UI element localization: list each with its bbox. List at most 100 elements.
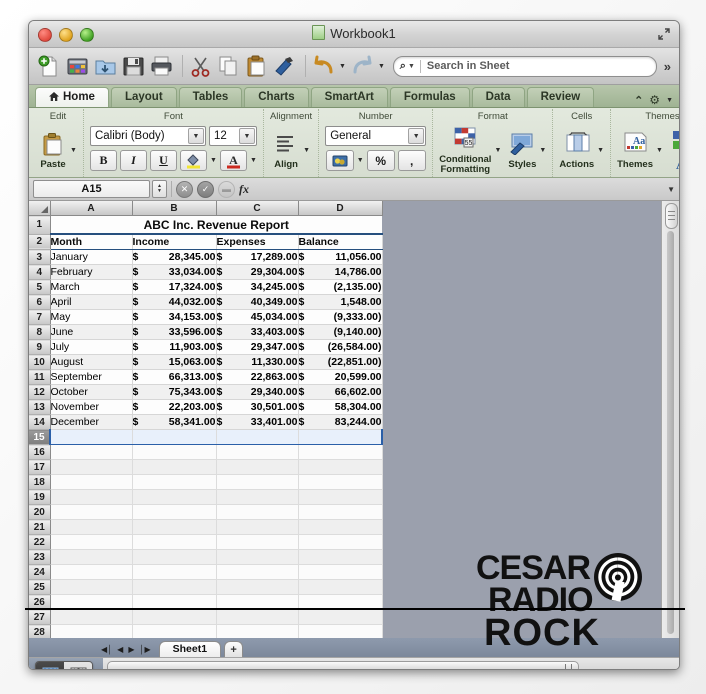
copy-icon[interactable] [216, 54, 241, 79]
balance-cell[interactable]: $14,786.00 [298, 264, 383, 280]
tab-tables[interactable]: Tables [178, 87, 243, 107]
undo-dropdown-caret[interactable]: ▼ [339, 63, 346, 70]
themes-caret[interactable]: ▼ [656, 147, 663, 154]
underline-button[interactable]: U [150, 150, 177, 171]
empty-cell[interactable] [50, 579, 133, 595]
expenses-cell[interactable]: $29,340.00 [216, 384, 299, 400]
month-cell[interactable]: October [50, 384, 133, 400]
expenses-cell[interactable]: $17,289.00 [216, 249, 299, 265]
cut-icon[interactable] [188, 54, 213, 79]
column-header-b[interactable]: B [132, 201, 217, 216]
redo-dropdown-caret[interactable]: ▼ [378, 63, 385, 70]
empty-cell[interactable] [50, 519, 133, 535]
empty-cell[interactable] [216, 564, 299, 580]
font-color-button[interactable]: A [219, 150, 247, 171]
balance-cell[interactable]: $1,548.00 [298, 294, 383, 310]
empty-cell[interactable] [298, 564, 383, 580]
empty-cell[interactable] [50, 444, 133, 460]
formula-bar-expand-caret[interactable]: ▼ [667, 185, 675, 194]
balance-cell[interactable]: $20,599.00 [298, 369, 383, 385]
balance-cell[interactable]: $ (2,135.00) [298, 279, 383, 295]
number-format-dropdown[interactable]: ▼ [408, 128, 425, 144]
balance-cell[interactable]: $ (22,851.00) [298, 354, 383, 370]
balance-cell[interactable]: $58,304.00 [298, 399, 383, 415]
header-cell-balance[interactable]: Balance [298, 234, 383, 250]
row-header-22[interactable]: 22 [29, 534, 51, 550]
empty-cell[interactable] [132, 474, 217, 490]
empty-cell[interactable] [298, 429, 383, 445]
actions-icon[interactable] [563, 131, 591, 157]
income-cell[interactable]: $58,341.00 [132, 414, 217, 430]
vertical-scroll-track[interactable] [667, 231, 674, 634]
month-cell[interactable]: September [50, 369, 133, 385]
sheet-tab-sheet1[interactable]: Sheet1 [158, 641, 222, 657]
search-input[interactable]: ⌕ ▼ Search in Sheet [392, 55, 657, 77]
spreadsheet-grid[interactable]: A B C D 1 ABC Inc. Revenue Report 2 Mont… [29, 201, 383, 638]
row-header-18[interactable]: 18 [29, 474, 51, 490]
page-layout-view-icon[interactable] [64, 662, 92, 669]
row-header-23[interactable]: 23 [29, 549, 51, 565]
row-header-12[interactable]: 12 [29, 384, 51, 400]
redo-icon[interactable] [350, 54, 375, 79]
styles-icon[interactable] [508, 131, 536, 157]
expenses-cell[interactable]: $34,245.00 [216, 279, 299, 295]
month-cell[interactable]: March [50, 279, 133, 295]
row-header-27[interactable]: 27 [29, 609, 51, 625]
row-header-14[interactable]: 14 [29, 414, 51, 430]
empty-cell[interactable] [132, 609, 217, 625]
open-gallery-icon[interactable] [65, 54, 90, 79]
column-header-a[interactable]: A [50, 201, 133, 216]
row-header-9[interactable]: 9 [29, 339, 51, 355]
month-cell[interactable]: February [50, 264, 133, 280]
balance-cell[interactable]: $11,056.00 [298, 249, 383, 265]
empty-cell[interactable] [132, 519, 217, 535]
expenses-cell[interactable]: $40,349.00 [216, 294, 299, 310]
undo-icon[interactable] [311, 54, 336, 79]
nav-first-icon[interactable]: ◀│ [101, 645, 112, 654]
font-size-dropdown[interactable]: ▼ [238, 128, 255, 144]
row-header-16[interactable]: 16 [29, 444, 51, 460]
row-header-20[interactable]: 20 [29, 504, 51, 520]
empty-cell[interactable] [216, 504, 299, 520]
tab-home[interactable]: Home [35, 87, 109, 107]
row-header-25[interactable]: 25 [29, 579, 51, 595]
empty-cell[interactable] [298, 594, 383, 610]
empty-cell[interactable] [298, 624, 383, 638]
empty-cell[interactable] [50, 459, 133, 475]
tab-charts[interactable]: Charts [244, 87, 309, 107]
month-cell[interactable]: July [50, 339, 133, 355]
expenses-cell[interactable]: $11,330.00 [216, 354, 299, 370]
add-sheet-button[interactable]: + [224, 641, 244, 657]
number-format-select[interactable]: General ▼ [325, 126, 427, 146]
balance-cell[interactable]: $66,602.00 [298, 384, 383, 400]
income-cell[interactable]: $34,153.00 [132, 309, 217, 325]
row-header-3[interactable]: 3 [29, 249, 51, 265]
horizontal-scrollbar[interactable] [29, 657, 679, 669]
accept-icon[interactable]: ✓ [197, 180, 214, 198]
theme-colors-icon[interactable] [670, 129, 679, 155]
conditional-formatting-caret[interactable]: ▼ [494, 147, 501, 154]
income-cell[interactable]: $15,063.00 [132, 354, 217, 370]
month-cell[interactable]: January [50, 249, 133, 265]
format-painter-icon[interactable] [272, 54, 297, 79]
cancel-icon[interactable]: ✕ [176, 180, 193, 198]
font-size-input[interactable]: 12 ▼ [208, 126, 257, 146]
empty-cell[interactable] [50, 564, 133, 580]
empty-cell[interactable] [132, 579, 217, 595]
expenses-cell[interactable]: $45,034.00 [216, 309, 299, 325]
tab-formulas[interactable]: Formulas [389, 87, 470, 107]
name-box-stepper[interactable]: ▲ ▼ [152, 180, 167, 198]
font-color-caret[interactable]: ▼ [250, 157, 257, 164]
formula-input[interactable] [255, 180, 667, 198]
empty-cell[interactable] [298, 444, 383, 460]
income-cell[interactable]: $11,903.00 [132, 339, 217, 355]
empty-cell[interactable] [298, 579, 383, 595]
income-cell[interactable]: $66,313.00 [132, 369, 217, 385]
search-scope-caret[interactable]: ▼ [408, 63, 415, 70]
chevron-up-icon[interactable]: ⌃ [634, 94, 643, 107]
empty-cell[interactable] [50, 534, 133, 550]
tab-review[interactable]: Review [526, 87, 595, 107]
currency-format-button[interactable] [325, 150, 354, 171]
empty-cell[interactable] [50, 609, 133, 625]
themes-icon[interactable]: Aa [621, 131, 649, 157]
